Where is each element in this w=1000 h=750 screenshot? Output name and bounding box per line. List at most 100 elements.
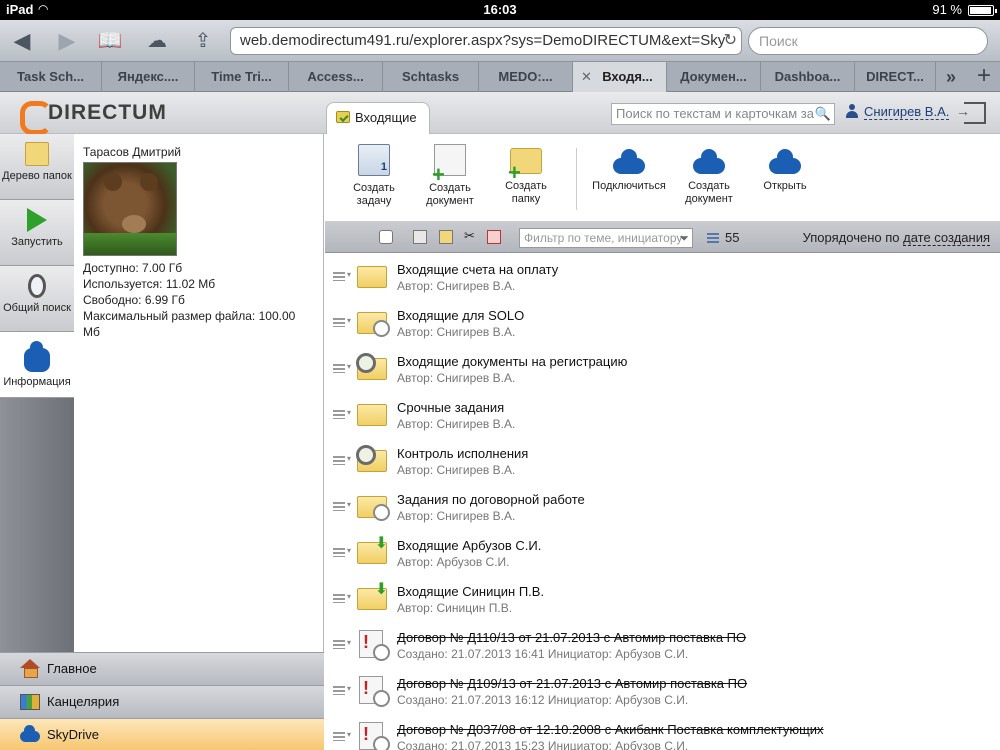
drag-handle-icon[interactable] <box>333 686 345 695</box>
forward-arrow-icon[interactable]: ▶ <box>53 28 81 54</box>
item-count-value: 55 <box>725 230 740 245</box>
drag-handle-icon[interactable] <box>333 502 345 511</box>
browser-tab-active[interactable]: ✕ Входя... <box>573 62 667 92</box>
browser-tab[interactable]: Schtasks <box>383 62 479 92</box>
chevron-down-icon[interactable]: ▾ <box>347 454 351 463</box>
list-item[interactable]: ▾ Договор № Д037/08 от 12.10.2008 с Акиб… <box>325 714 1000 750</box>
action-label: Создать документ <box>685 180 733 205</box>
create-folder-button[interactable]: Создать папку <box>490 144 562 206</box>
list-item[interactable]: ▾ Входящие счета на оплату Автор: Снигир… <box>325 254 1000 300</box>
drag-handle-icon[interactable] <box>333 272 345 281</box>
nav-skydrive[interactable]: SkyDrive <box>0 718 324 750</box>
browser-tab[interactable]: DIRECT... <box>855 62 936 92</box>
item-subtitle: Автор: Синицин П.В. <box>397 601 513 615</box>
chevron-down-icon[interactable]: ▾ <box>347 546 351 555</box>
list-item[interactable]: ▾ Задания по договорной работе Автор: Сн… <box>325 484 1000 530</box>
home-icon <box>20 659 40 678</box>
skydrive-icon <box>693 149 725 174</box>
browser-tab[interactable]: MEDO:... <box>479 62 573 92</box>
ios-status-bar: iPad ◠ 16:03 91 % <box>0 0 1000 20</box>
filter-input[interactable]: Фильтр по теме, инициатору ⏷ <box>519 228 693 248</box>
nav-office[interactable]: Канцелярия <box>0 685 324 718</box>
browser-tab[interactable]: Time Tri... <box>195 62 289 92</box>
browser-search-field[interactable]: Поиск <box>748 27 988 55</box>
address-bar[interactable]: web.demodirectum491.ru/explorer.aspx?sys… <box>230 27 742 55</box>
nav-information[interactable]: Информация <box>0 332 74 398</box>
logout-icon[interactable] <box>956 102 986 124</box>
reload-icon[interactable]: ↻ <box>724 28 737 54</box>
nav-folder-tree[interactable]: Дерево папок <box>0 134 74 200</box>
nav-run[interactable]: Запустить <box>0 200 74 266</box>
nav-home[interactable]: Главное <box>0 652 324 685</box>
user-name: Снигирев В.А. <box>864 104 950 120</box>
chevron-down-icon[interactable]: ▾ <box>347 730 351 739</box>
sort-field-link[interactable]: дате создания <box>903 230 990 246</box>
chevron-down-icon[interactable]: ▾ <box>347 362 351 371</box>
list-item[interactable]: ▾ Входящие для SOLO Автор: Снигирев В.А. <box>325 300 1000 346</box>
search-icon[interactable]: 🔍 <box>815 104 831 124</box>
nav-office-label: Канцелярия <box>47 694 120 709</box>
overdue-task-icon <box>359 676 390 707</box>
icloud-tabs-icon[interactable]: ☁ <box>143 28 171 54</box>
chevron-down-icon[interactable]: ▾ <box>347 592 351 601</box>
tab-incoming[interactable]: Входящие <box>326 102 430 135</box>
address-bar-url: web.demodirectum491.ru/explorer.aspx?sys… <box>240 32 726 49</box>
list-item[interactable]: ▾ Договор № Д109/13 от 21.07.2013 с Авто… <box>325 668 1000 714</box>
fulltext-search-input[interactable]: Поиск по текстам и карточкам за 🔍 <box>611 103 835 125</box>
paste-icon[interactable] <box>439 230 453 244</box>
chevron-down-icon[interactable]: ▾ <box>347 638 351 647</box>
delete-icon[interactable] <box>487 230 501 244</box>
cut-icon[interactable]: ✂ <box>464 228 478 243</box>
browser-tab[interactable]: Яндекс.... <box>102 62 195 92</box>
item-subtitle: Автор: Снигирев В.А. <box>397 371 516 385</box>
drag-handle-icon[interactable] <box>333 410 345 419</box>
close-tab-icon[interactable]: ✕ <box>581 62 592 92</box>
item-title: Входящие для SOLO <box>397 308 525 323</box>
list-item[interactable]: ▾ Контроль исполнения Автор: Снигирев В.… <box>325 438 1000 484</box>
list-item[interactable]: ▾ Договор № Д110/13 от 21.07.2013 с Авто… <box>325 622 1000 668</box>
back-arrow-icon[interactable]: ◀ <box>8 28 36 54</box>
bookmarks-icon[interactable]: 📖 <box>96 28 124 54</box>
drag-handle-icon[interactable] <box>333 640 345 649</box>
chevron-down-icon[interactable]: ▾ <box>347 316 351 325</box>
connect-skydrive-button[interactable]: Подключиться <box>589 144 669 193</box>
open-skydrive-button[interactable]: Открыть <box>749 144 821 193</box>
battery-percent: 91 % <box>932 2 962 17</box>
drag-handle-icon[interactable] <box>333 548 345 557</box>
list-item[interactable]: ▾ Входящие документы на регистрацию Авто… <box>325 346 1000 392</box>
create-skydrive-document-button[interactable]: Создать документ <box>673 144 745 206</box>
browser-tab-strip: Task Sch... Яндекс.... Time Tri... Acces… <box>0 62 1000 92</box>
new-tab-icon[interactable]: + <box>968 62 1000 92</box>
drag-handle-icon[interactable] <box>333 594 345 603</box>
drag-handle-icon[interactable] <box>333 456 345 465</box>
folder-incoming-icon <box>357 579 388 610</box>
share-icon[interactable]: ⇪ <box>189 28 217 54</box>
chevron-down-icon[interactable]: ▾ <box>347 684 351 693</box>
item-subtitle: Автор: Снигирев В.А. <box>397 509 516 523</box>
list-item[interactable]: ▾ Входящие Арбузов С.И. Автор: Арбузов С… <box>325 530 1000 576</box>
drag-handle-icon[interactable] <box>333 364 345 373</box>
browser-tab[interactable]: Dashboa... <box>761 62 855 92</box>
nav-label: Информация <box>3 376 71 388</box>
browser-tab[interactable]: Task Sch... <box>0 62 102 92</box>
create-task-button[interactable]: Создать задачу <box>338 144 410 208</box>
filter-icon[interactable]: ⏷ <box>679 229 689 247</box>
create-document-button[interactable]: Создать документ <box>414 144 486 208</box>
chevron-down-icon[interactable]: ▾ <box>347 270 351 279</box>
chevron-down-icon[interactable]: ▾ <box>347 408 351 417</box>
copy-icon[interactable] <box>413 230 427 244</box>
current-user[interactable]: Снигирев В.А. <box>846 104 950 120</box>
more-tabs-icon[interactable]: » <box>936 62 966 92</box>
browser-tab[interactable]: Докумен... <box>667 62 761 92</box>
list-item[interactable]: ▾ Срочные задания Автор: Снигирев В.А. <box>325 392 1000 438</box>
drag-handle-icon[interactable] <box>333 732 345 741</box>
item-title: Договор № Д110/13 от 21.07.2013 с Автоми… <box>397 630 747 645</box>
nav-global-search[interactable]: Общий поиск <box>0 266 74 332</box>
select-all-checkbox[interactable] <box>379 230 393 244</box>
browser-tab[interactable]: Access... <box>289 62 383 92</box>
tab-incoming-label: Входящие <box>355 110 417 125</box>
chevron-down-icon[interactable]: ▾ <box>347 500 351 509</box>
list-item[interactable]: ▾ Входящие Синицин П.В. Автор: Синицин П… <box>325 576 1000 622</box>
drag-handle-icon[interactable] <box>333 318 345 327</box>
browser-tab-label: Входя... <box>602 69 653 84</box>
